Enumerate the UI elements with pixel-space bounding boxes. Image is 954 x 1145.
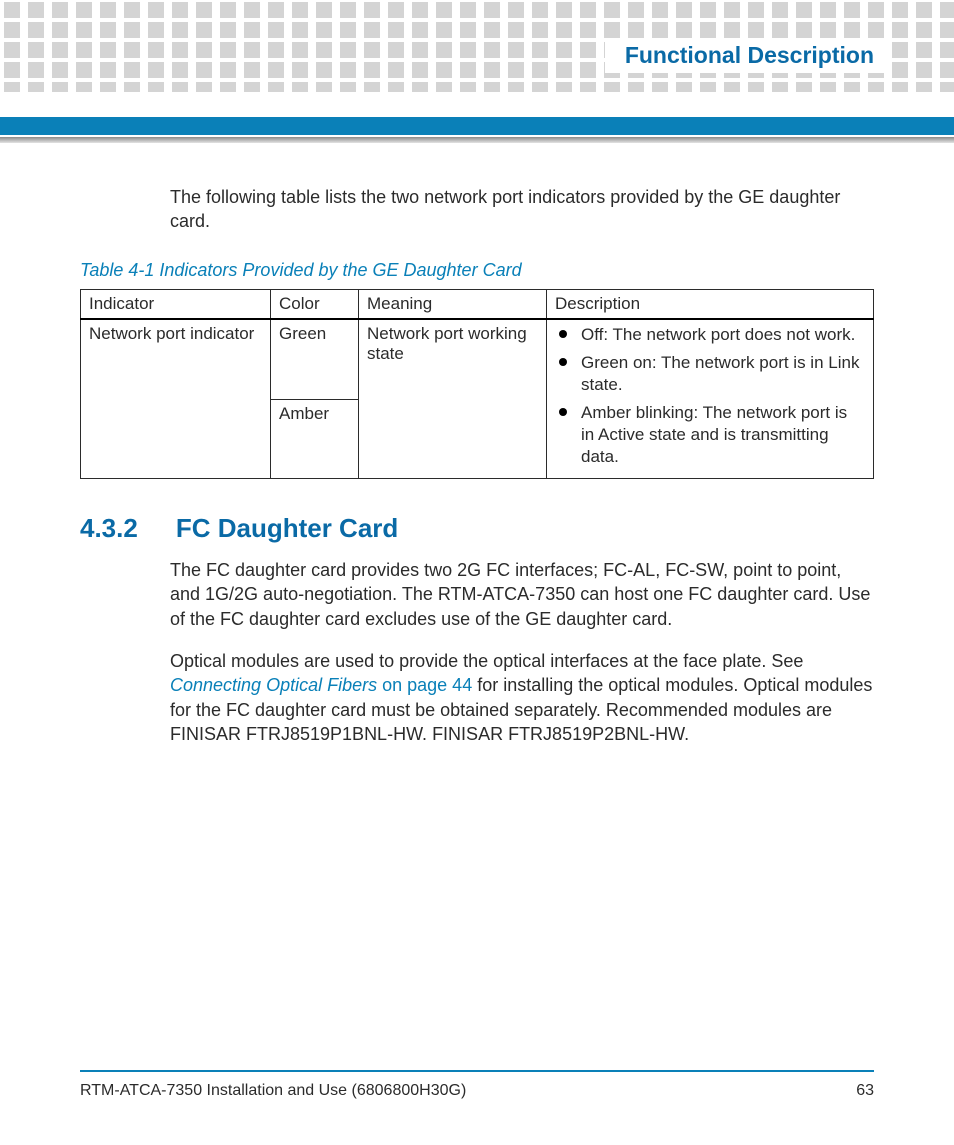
th-color: Color <box>271 289 359 319</box>
section-paragraph-2: Optical modules are used to provide the … <box>170 649 874 746</box>
footer-rule <box>80 1070 874 1072</box>
table-header-row: Indicator Color Meaning Description <box>81 289 874 319</box>
desc-item: Green on: The network port is in Link st… <box>555 352 865 396</box>
chapter-title: Functional Description <box>605 38 884 73</box>
cell-color-amber: Amber <box>271 399 359 478</box>
indicators-table: Indicator Color Meaning Description Netw… <box>80 289 874 480</box>
desc-item: Amber blinking: The network port is in A… <box>555 402 865 468</box>
cell-color-green: Green <box>271 319 359 400</box>
cross-reference-link[interactable]: Connecting Optical Fibers <box>170 675 377 695</box>
th-description: Description <box>547 289 874 319</box>
section-paragraph-1: The FC daughter card provides two 2G FC … <box>170 558 874 631</box>
table-caption: Table 4-1 Indicators Provided by the GE … <box>80 260 874 281</box>
section-title: FC Daughter Card <box>176 513 398 544</box>
cell-meaning: Network port working state <box>359 319 547 479</box>
table-row: Network port indicator Green Network por… <box>81 319 874 400</box>
desc-item: Off: The network port does not work. <box>555 324 865 346</box>
chapter-title-text: Functional Description <box>625 42 874 68</box>
para2-pre: Optical modules are used to provide the … <box>170 651 803 671</box>
section-heading: 4.3.2 FC Daughter Card <box>80 513 874 544</box>
footer-page-number: 63 <box>856 1082 874 1100</box>
cell-indicator: Network port indicator <box>81 319 271 479</box>
intro-paragraph: The following table lists the two networ… <box>170 185 874 234</box>
cell-description: Off: The network port does not work. Gre… <box>547 319 874 479</box>
page-footer: RTM-ATCA-7350 Installation and Use (6806… <box>80 1070 874 1100</box>
cross-reference-page[interactable]: on page 44 <box>377 675 472 695</box>
th-meaning: Meaning <box>359 289 547 319</box>
th-indicator: Indicator <box>81 289 271 319</box>
header-rule <box>0 117 954 143</box>
section-number: 4.3.2 <box>80 513 138 544</box>
footer-doc-id: RTM-ATCA-7350 Installation and Use (6806… <box>80 1082 466 1100</box>
